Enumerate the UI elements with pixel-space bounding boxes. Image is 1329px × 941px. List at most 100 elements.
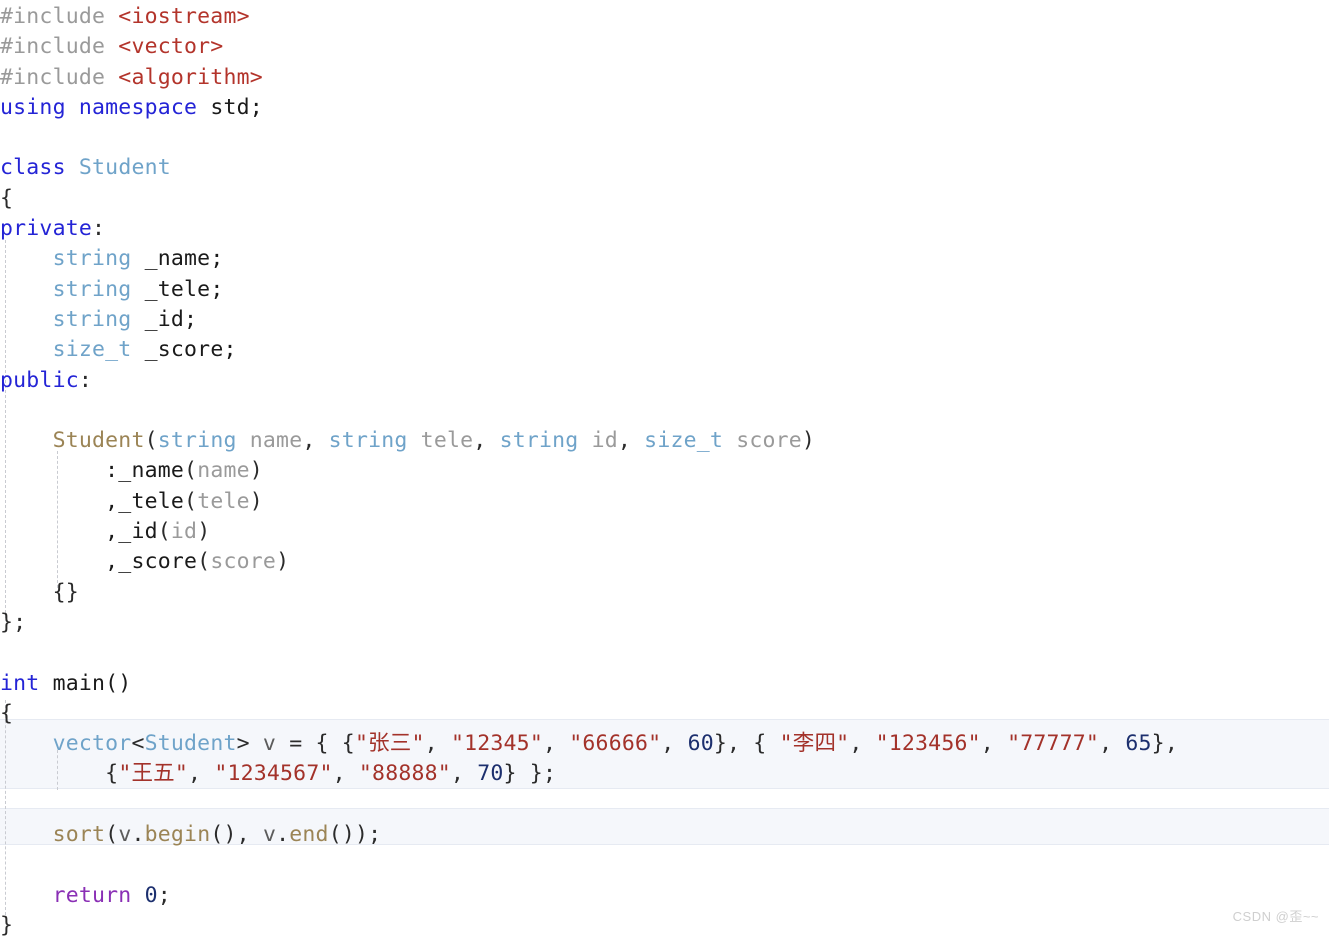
code-line-8[interactable]: private:	[0, 214, 1329, 244]
code-line-2[interactable]: #include <vector>	[0, 32, 1329, 62]
string-literal-tele-2: "123456"	[875, 731, 981, 757]
preprocessor-directive: #include	[0, 4, 119, 29]
preprocessor-directive: #include	[0, 34, 119, 60]
comma: ,	[617, 428, 645, 454]
paren-open: (	[105, 822, 119, 848]
paren-open: (	[197, 549, 211, 575]
comma: ,	[542, 731, 570, 757]
comma: ,	[302, 428, 329, 454]
code-lines-container: #include <iostream> #include <vector> #i…	[0, 0, 1329, 941]
code-line-14-blank[interactable]	[0, 396, 1329, 426]
comma: ,	[980, 731, 1008, 757]
code-line-19[interactable]: ,_score(score)	[0, 547, 1329, 577]
code-line-4[interactable]: using namespace std;	[0, 93, 1329, 123]
namespace-std: std;	[197, 94, 263, 120]
param-type-string: string	[328, 428, 408, 454]
code-line-22-blank[interactable]	[0, 638, 1329, 668]
init-member-id: ,_id	[105, 519, 158, 545]
keyword-return: return	[52, 882, 132, 908]
code-line-7[interactable]: {	[0, 184, 1329, 214]
brace-close-comma: },	[1151, 731, 1178, 757]
keyword-public: public	[0, 367, 79, 393]
function-main: main()	[39, 670, 132, 696]
code-line-21[interactable]: };	[0, 608, 1329, 638]
code-line-5-blank[interactable]	[0, 123, 1329, 153]
code-line-15[interactable]: Student(string name, string tele, string…	[0, 426, 1329, 456]
number-score-1: 60	[687, 731, 714, 757]
paren-close: )	[249, 488, 263, 514]
string-literal-id-1: "66666"	[569, 731, 662, 757]
code-line-20[interactable]: {}	[0, 578, 1329, 608]
brace-open-elem-3: {	[105, 761, 119, 787]
comma: ,	[473, 428, 500, 454]
code-line-28[interactable]: sort(v.begin(), v.end());	[0, 820, 1329, 850]
preprocessor-directive: #include	[0, 64, 119, 90]
paren-close: )	[249, 458, 263, 484]
init-member-tele: ,_tele	[105, 488, 185, 514]
class-name-student: Student	[78, 155, 171, 181]
init-value-name: name	[197, 458, 250, 484]
header-include-vector: <vector>	[118, 34, 224, 60]
code-line-1[interactable]: #include <iostream>	[0, 2, 1329, 32]
constructor-name-student: Student	[52, 428, 145, 454]
parens-comma: (),	[210, 822, 263, 848]
member-id: _id;	[131, 306, 198, 332]
init-value-id: id	[170, 519, 198, 545]
code-line-27-blank[interactable]	[0, 790, 1329, 820]
paren-open: (	[144, 428, 158, 454]
string-literal-tele-3: "1234567"	[214, 761, 333, 787]
code-line-12[interactable]: size_t _score;	[0, 335, 1329, 365]
code-line-10[interactable]: string _tele;	[0, 275, 1329, 305]
function-call-sort: sort	[52, 822, 106, 848]
semicolon: ;	[157, 882, 171, 908]
angle-close: >	[236, 731, 263, 757]
code-line-30[interactable]: return 0;	[0, 881, 1329, 911]
param-name: name	[236, 428, 303, 454]
paren-open: (	[157, 519, 171, 545]
braces-close-statement: } };	[503, 761, 557, 787]
code-line-26[interactable]: {"王五", "1234567", "88888", 70} };	[0, 759, 1329, 789]
number-score-3: 70	[477, 761, 504, 787]
code-editor-view[interactable]: #include <iostream> #include <vector> #i…	[0, 0, 1329, 938]
paren-open: (	[184, 488, 198, 514]
code-line-16[interactable]: :_name(name)	[0, 456, 1329, 486]
parens-close: ())	[328, 822, 369, 848]
variable-v: v	[262, 731, 277, 757]
string-literal-id-3: "88888"	[358, 761, 451, 787]
keyword-private: private	[0, 216, 93, 242]
paren-open: (	[184, 458, 198, 484]
code-line-9[interactable]: string _name;	[0, 244, 1329, 274]
paren-close: )	[197, 519, 211, 545]
string-literal-name-3: "王五"	[118, 761, 189, 787]
code-line-23[interactable]: int main()	[0, 669, 1329, 699]
paren-close: )	[276, 549, 290, 575]
keyword-using-namespace: using namespace	[0, 94, 198, 120]
code-line-29-blank[interactable]	[0, 850, 1329, 880]
return-value-zero: 0	[144, 882, 158, 908]
member-name: _name;	[131, 246, 224, 272]
code-line-18[interactable]: ,_id(id)	[0, 517, 1329, 547]
colon: :	[78, 367, 93, 393]
init-member-name: :_name	[105, 458, 185, 484]
type-size-t: size_t	[52, 337, 132, 363]
variable-v: v	[118, 822, 132, 848]
angle-open: <	[131, 731, 145, 757]
code-line-17[interactable]: ,_tele(tele)	[0, 487, 1329, 517]
string-literal-name-1: "张三"	[354, 731, 425, 757]
init-value-tele: tele	[197, 488, 250, 514]
code-line-24[interactable]: {	[0, 699, 1329, 729]
code-line-25[interactable]: vector<Student> v = { {"张三", "12345", "6…	[0, 729, 1329, 759]
string-literal-tele-1: "12345"	[450, 731, 543, 757]
code-line-11[interactable]: string _id;	[0, 305, 1329, 335]
code-line-3[interactable]: #include <algorithm>	[0, 63, 1329, 93]
code-line-6[interactable]: class Student	[0, 153, 1329, 183]
code-line-13[interactable]: public:	[0, 366, 1329, 396]
param-type-string: string	[157, 428, 237, 454]
comma: ,	[188, 761, 215, 787]
code-line-31[interactable]: }	[0, 911, 1329, 941]
